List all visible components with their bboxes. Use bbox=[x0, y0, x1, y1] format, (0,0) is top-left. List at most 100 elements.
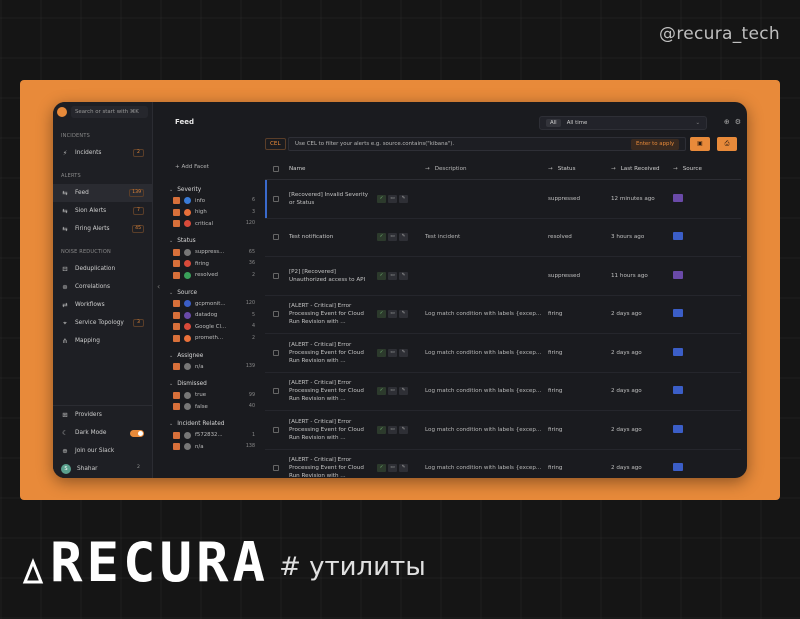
row-checkbox-cell[interactable] bbox=[265, 426, 289, 433]
globe-icon[interactable]: ⊕ bbox=[724, 118, 730, 126]
facet-checkbox[interactable] bbox=[173, 311, 180, 319]
facet-option[interactable]: n/a 139 bbox=[169, 361, 255, 373]
facet-option[interactable]: gcpmonit... 120 bbox=[169, 298, 255, 310]
facet-checkbox[interactable] bbox=[173, 431, 180, 439]
facet-checkbox[interactable] bbox=[173, 248, 180, 256]
facet-option[interactable]: high 3 bbox=[169, 207, 255, 219]
select-all-checkbox[interactable] bbox=[273, 165, 279, 172]
check-icon[interactable]: ✓ bbox=[377, 348, 386, 357]
message-icon[interactable]: ▭ bbox=[388, 310, 397, 319]
row-checkbox[interactable] bbox=[273, 311, 279, 318]
check-icon[interactable]: ✓ bbox=[377, 310, 386, 319]
facet-title[interactable]: ⌄ Dismissed bbox=[169, 379, 255, 390]
sidebar-item-shahar[interactable]: S Shahar 2 bbox=[53, 460, 152, 478]
facet-title[interactable]: ⌄ Assignee bbox=[169, 350, 255, 361]
col-description[interactable]: → Description bbox=[425, 166, 548, 172]
row-checkbox-cell[interactable] bbox=[265, 311, 289, 318]
check-icon[interactable]: ✓ bbox=[377, 425, 386, 434]
edit-icon[interactable]: ✎ bbox=[399, 387, 408, 396]
alert-name-cell[interactable]: [Recovered] Invalid Severity or Status ✓… bbox=[289, 191, 425, 207]
facet-checkbox[interactable] bbox=[173, 334, 180, 342]
check-icon[interactable]: ✓ bbox=[377, 387, 386, 396]
apply-filter-button[interactable]: Enter to apply bbox=[631, 139, 680, 150]
table-row[interactable]: [P2] [Recovered] Unauthorized access to … bbox=[265, 257, 741, 296]
facet-option[interactable]: firing 36 bbox=[169, 258, 255, 270]
message-icon[interactable]: ▭ bbox=[388, 425, 397, 434]
sidebar-item-providers[interactable]: ⊞ Providers bbox=[53, 406, 152, 424]
facet-title[interactable]: ⌄ Status bbox=[169, 236, 255, 247]
col-last-received[interactable]: → Last Received bbox=[611, 166, 673, 172]
col-source[interactable]: → Source bbox=[673, 166, 721, 172]
message-icon[interactable]: ▭ bbox=[388, 387, 397, 396]
message-icon[interactable]: ▭ bbox=[388, 271, 397, 280]
facet-checkbox[interactable] bbox=[173, 300, 180, 308]
alert-name-cell[interactable]: [ALERT - Critical] Error Processing Even… bbox=[289, 341, 425, 365]
app-logo[interactable] bbox=[57, 107, 67, 117]
row-checkbox-cell[interactable] bbox=[265, 195, 289, 202]
table-row[interactable]: Test notification ✓ ▭ ✎ Test incident re… bbox=[265, 219, 741, 257]
row-checkbox[interactable] bbox=[273, 234, 279, 241]
col-status[interactable]: → Status bbox=[548, 166, 611, 172]
search-input[interactable]: Search or start with ⌘K bbox=[71, 106, 148, 118]
select-all-cell[interactable] bbox=[265, 165, 289, 172]
edit-icon[interactable]: ✎ bbox=[399, 194, 408, 203]
collapse-sidebar-icon[interactable]: ‹ bbox=[157, 282, 160, 291]
alert-name-cell[interactable]: [ALERT - Critical] Error Processing Even… bbox=[289, 379, 425, 403]
time-range-select[interactable]: All All time ⌄ bbox=[539, 116, 707, 130]
facet-checkbox[interactable] bbox=[173, 391, 180, 399]
sidebar-item-dark-mode[interactable]: ☾ Dark Mode bbox=[53, 424, 152, 442]
message-icon[interactable]: ▭ bbox=[388, 348, 397, 357]
edit-icon[interactable]: ✎ bbox=[399, 310, 408, 319]
facet-option[interactable]: info 6 bbox=[169, 195, 255, 207]
table-row[interactable]: [ALERT - Critical] Error Processing Even… bbox=[265, 373, 741, 411]
alert-name-cell[interactable]: Test notification ✓ ▭ ✎ bbox=[289, 233, 425, 242]
message-icon[interactable]: ▭ bbox=[388, 194, 397, 203]
sidebar-item-correlations[interactable]: ⊛ Correlations bbox=[53, 278, 152, 296]
alert-name-cell[interactable]: [ALERT - Critical] Error Processing Even… bbox=[289, 418, 425, 442]
edit-icon[interactable]: ✎ bbox=[399, 348, 408, 357]
col-name[interactable]: Name bbox=[289, 166, 425, 172]
facet-checkbox[interactable] bbox=[173, 403, 180, 411]
row-checkbox[interactable] bbox=[273, 388, 279, 395]
facet-option[interactable]: false 40 bbox=[169, 401, 255, 413]
sidebar-item-workflows[interactable]: ⇄ Workflows bbox=[53, 296, 152, 314]
table-row[interactable]: [ALERT - Critical] Error Processing Even… bbox=[265, 450, 741, 478]
cel-filter-input[interactable]: Use CEL to filter your alerts e.g. sourc… bbox=[288, 137, 686, 151]
sidebar-item-incidents[interactable]: ⚡ Incidents 2 bbox=[53, 144, 152, 162]
alert-name-cell[interactable]: [ALERT - Critical] Error Processing Even… bbox=[289, 456, 425, 478]
sidebar-item-firing-alerts[interactable]: ⇆ Firing Alerts 45 bbox=[53, 220, 152, 238]
facet-option[interactable]: true 99 bbox=[169, 390, 255, 402]
row-checkbox-cell[interactable] bbox=[265, 388, 289, 395]
facet-option[interactable]: n/a 138 bbox=[169, 441, 255, 453]
facet-checkbox[interactable] bbox=[173, 208, 180, 216]
facet-option[interactable]: f572832... 1 bbox=[169, 430, 255, 442]
facet-option[interactable]: suppress... 65 bbox=[169, 247, 255, 259]
check-icon[interactable]: ✓ bbox=[377, 464, 386, 473]
facet-option[interactable]: Google Cl... 4 bbox=[169, 321, 255, 333]
facet-option[interactable]: datadog 5 bbox=[169, 310, 255, 322]
facet-checkbox[interactable] bbox=[173, 363, 180, 371]
add-facet-button[interactable]: + Add Facet bbox=[169, 164, 255, 178]
alert-name-cell[interactable]: [ALERT - Critical] Error Processing Even… bbox=[289, 302, 425, 326]
facet-title[interactable]: ⌄ Source bbox=[169, 287, 255, 298]
sidebar-item-sion-alerts[interactable]: ⇆ Sion Alerts 7 bbox=[53, 202, 152, 220]
sidebar-item-service-topology[interactable]: ⌖ Service Topology 3 bbox=[53, 314, 152, 332]
row-checkbox-cell[interactable] bbox=[265, 465, 289, 472]
check-icon[interactable]: ✓ bbox=[377, 233, 386, 242]
sidebar-item-deduplication[interactable]: ⊟ Deduplication bbox=[53, 260, 152, 278]
table-row[interactable]: [ALERT - Critical] Error Processing Even… bbox=[265, 296, 741, 334]
settings-icon[interactable]: ⚙ bbox=[735, 118, 741, 126]
edit-icon[interactable]: ✎ bbox=[399, 425, 408, 434]
save-filter-button[interactable]: ▣ bbox=[690, 137, 710, 151]
alert-name-cell[interactable]: [P2] [Recovered] Unauthorized access to … bbox=[289, 268, 425, 284]
row-checkbox[interactable] bbox=[273, 465, 279, 472]
export-button[interactable]: ⎙ bbox=[717, 137, 737, 151]
row-checkbox-cell[interactable] bbox=[265, 234, 289, 241]
table-row[interactable]: [ALERT - Critical] Error Processing Even… bbox=[265, 334, 741, 373]
check-icon[interactable]: ✓ bbox=[377, 194, 386, 203]
sidebar-item-feed[interactable]: ⇆ Feed 139 bbox=[53, 184, 152, 202]
row-checkbox[interactable] bbox=[273, 272, 279, 279]
sidebar-item-join-our-slack[interactable]: ⊕ Join our Slack bbox=[53, 442, 152, 460]
edit-icon[interactable]: ✎ bbox=[399, 464, 408, 473]
message-icon[interactable]: ▭ bbox=[388, 464, 397, 473]
